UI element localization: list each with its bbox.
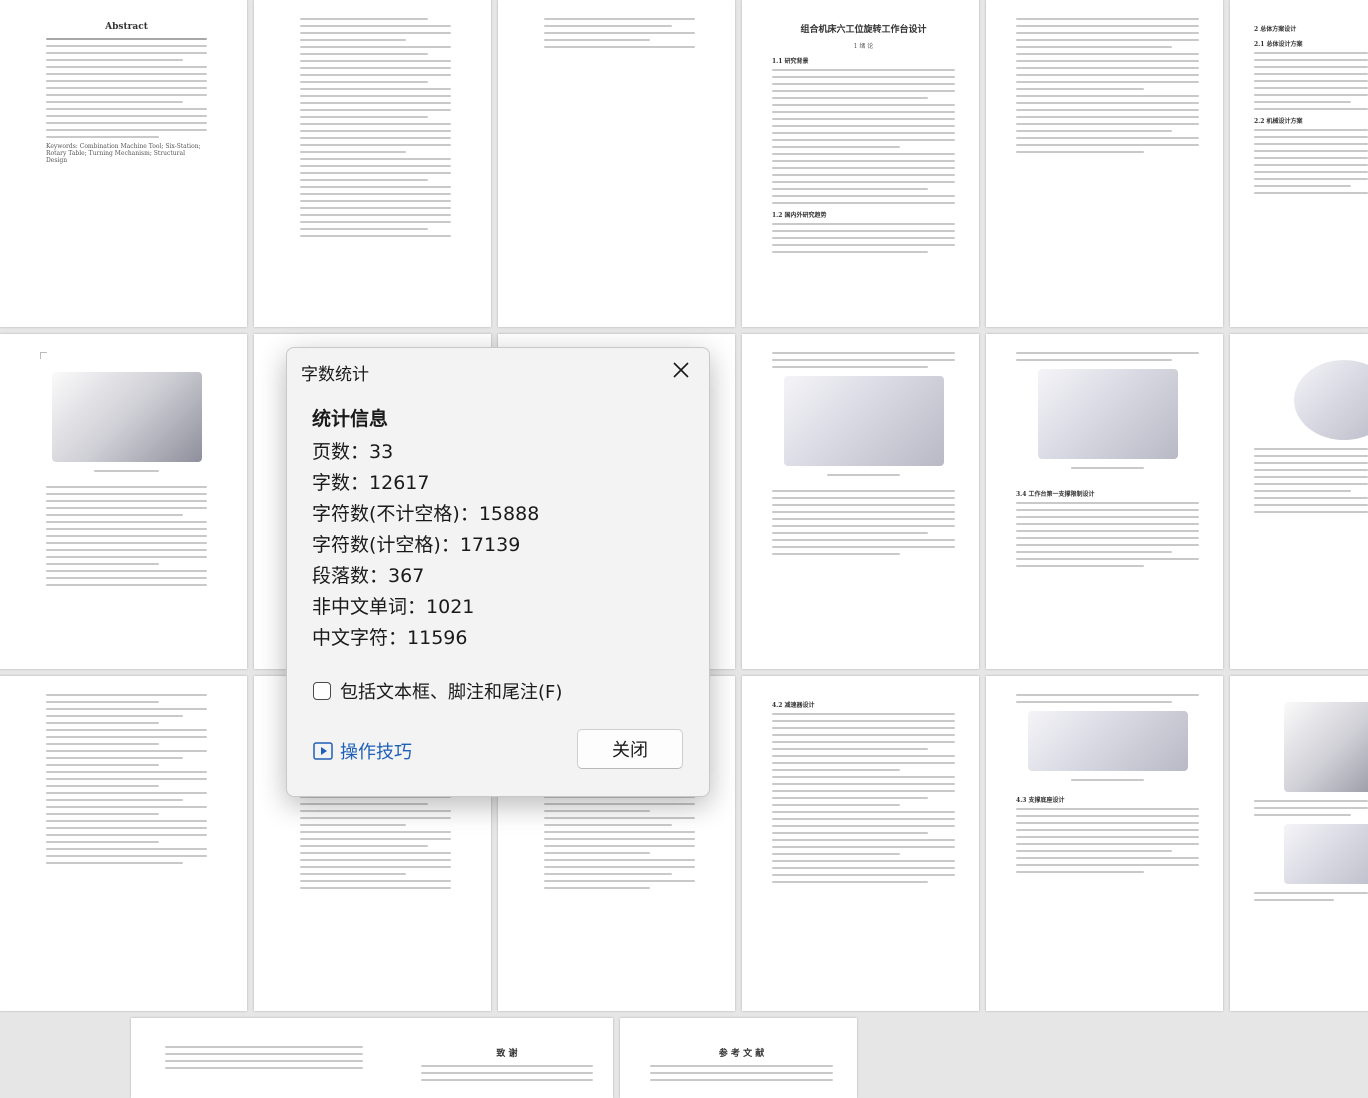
main-title: 组合机床六工位旋转工作台设计 — [800, 25, 927, 35]
stat-chars-no-spaces: 字符数(不计空格)：15888 — [312, 503, 540, 525]
figure-part-image — [1284, 824, 1368, 884]
section-2-1: 2.1 总体设计方案 — [1254, 41, 1303, 48]
close-icon — [673, 362, 689, 378]
chapter2-title: 2 总体方案设计 — [1254, 26, 1297, 33]
section-4-3: 4.3 支撑底座设计 — [1016, 797, 1065, 804]
page-toc-2[interactable] — [498, 0, 735, 327]
page-toc-1[interactable] — [254, 0, 491, 327]
stats-section-heading: 统计信息 — [312, 408, 389, 430]
figure-shaft-image — [1027, 711, 1188, 771]
abstract-title: Abstract — [105, 22, 148, 32]
dialog-close-button[interactable] — [663, 354, 699, 386]
page-figure-3[interactable]: 3.4 工作台第一支撑限制设计 — [986, 334, 1223, 669]
figure-bracket-image — [1037, 369, 1178, 459]
stat-pages: 页数：33 — [312, 441, 394, 463]
dialog-title: 字数统计 — [301, 365, 369, 385]
page-reducer[interactable]: 4.2 减速器设计 — [742, 676, 979, 1011]
stat-paragraphs: 段落数：367 — [312, 565, 425, 587]
page-conclusion[interactable]: 致 谢 — [131, 1018, 613, 1098]
play-video-icon — [313, 742, 333, 760]
figure-table-image — [783, 376, 944, 466]
stat-words: 字数：12617 — [312, 472, 430, 494]
stat-non-chinese-words: 非中文单词：1021 — [312, 596, 475, 618]
abstract-keywords: Keywords: Combination Machine Tool; Six-… — [46, 143, 201, 164]
page-shaft[interactable]: 4.3 支撑底座设计 — [986, 676, 1223, 1011]
page-5[interactable] — [986, 0, 1223, 327]
figure-base-image — [1284, 702, 1368, 792]
include-textboxes-label: 包括文本框、脚注和尾注(F) — [340, 682, 563, 703]
page-chapter-2[interactable]: 2 总体方案设计 2.1 总体设计方案 2.2 机械设计方案 — [1230, 0, 1368, 327]
page-chapter-1[interactable]: 组合机床六工位旋转工作台设计 1 绪 论 1.1 研究背景 1.2 国内外研究趋… — [742, 0, 979, 327]
word-count-dialog: 字数统计 统计信息 页数：33 字数：12617 字符数(不计空格)：15888… — [286, 347, 710, 797]
section-3-4: 3.4 工作台第一支撑限制设计 — [1016, 491, 1095, 498]
close-button[interactable]: 关闭 — [577, 729, 683, 769]
tips-label: 操作技巧 — [340, 742, 412, 763]
stat-chars-with-spaces: 字符数(计空格)：17139 — [312, 534, 521, 556]
figure-rotary-table-image — [51, 372, 202, 462]
page-references[interactable]: 参 考 文 献 — [620, 1018, 857, 1098]
figure-disc-image — [1294, 360, 1368, 440]
section-4-2: 4.2 减速器设计 — [772, 702, 815, 709]
page-figure-1[interactable] — [0, 334, 247, 669]
page-figure-4[interactable] — [1230, 334, 1368, 669]
section-2-2: 2.2 机械设计方案 — [1254, 118, 1303, 125]
checkbox-box[interactable] — [313, 682, 331, 700]
page-figure-2[interactable] — [742, 334, 979, 669]
ref-title: 参 考 文 献 — [718, 1049, 765, 1059]
page-base[interactable] — [1230, 676, 1368, 1011]
stats-section: 统计信息 页数：33 字数：12617 字符数(不计空格)：15888 字符数(… — [312, 404, 539, 654]
page-formulas-1[interactable] — [0, 676, 247, 1011]
page-abstract[interactable]: Abstract Keywords: Combination Machine T… — [0, 0, 247, 327]
section-1-1: 1.1 研究背景 — [772, 58, 809, 65]
section-1-2: 1.2 国内外研究趋势 — [772, 212, 827, 219]
chapter1-title: 1 绪 论 — [853, 43, 874, 50]
include-textboxes-checkbox[interactable]: 包括文本框、脚注和尾注(F) — [313, 678, 562, 704]
stat-chinese-chars: 中文字符：11596 — [312, 627, 468, 649]
tips-link[interactable]: 操作技巧 — [313, 738, 412, 764]
ack-title: 致 谢 — [496, 1049, 518, 1059]
